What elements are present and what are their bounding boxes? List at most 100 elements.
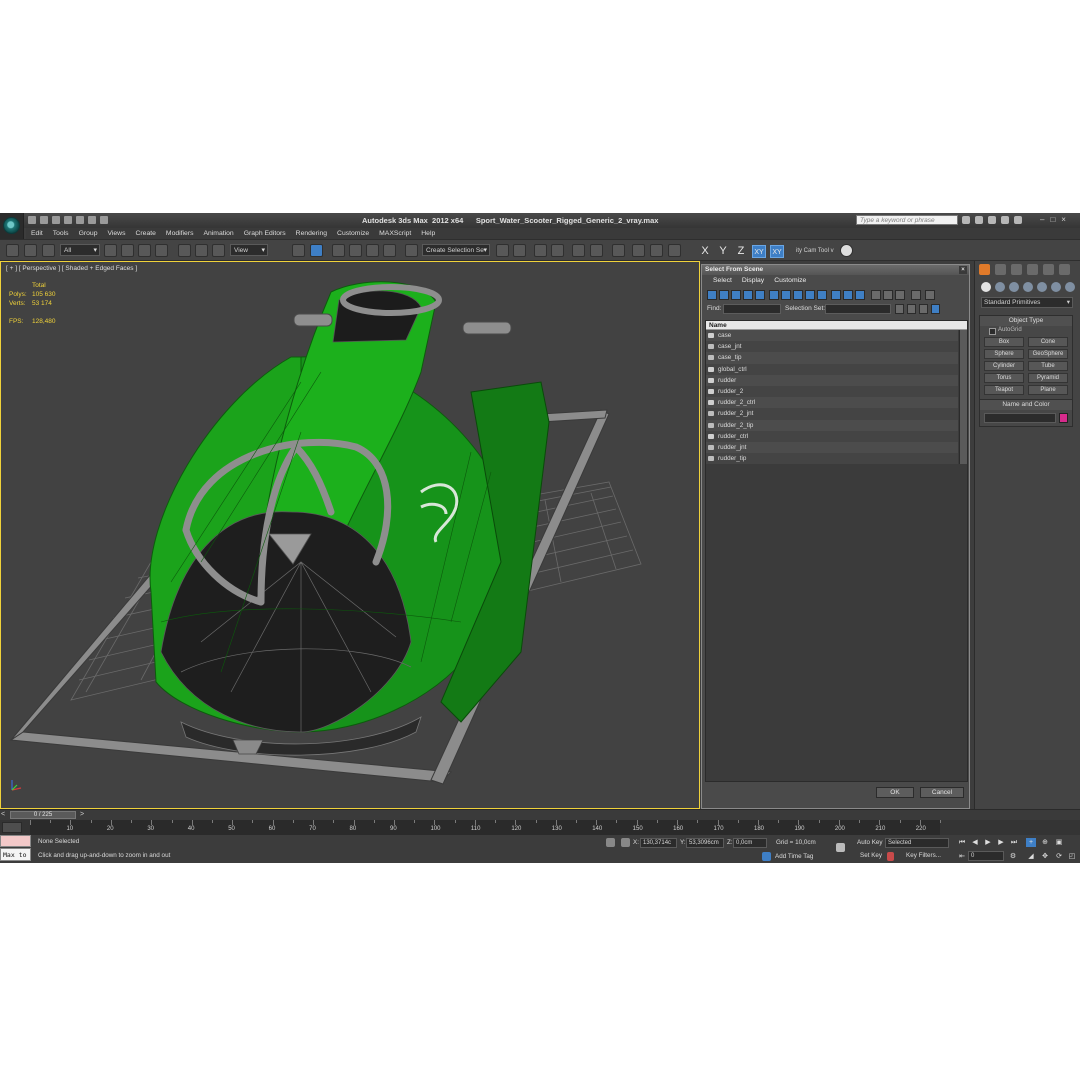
help-search-input[interactable]: Type a keyword or phrase	[856, 215, 958, 225]
key-filters-icon[interactable]	[887, 852, 894, 861]
window-crossing-icon[interactable]	[155, 244, 168, 257]
track-bar[interactable]: 10 20 30 40 50 60 70 80 90 100 110 120 130 140 150 160 1…	[0, 820, 1080, 835]
find-case-icon[interactable]	[919, 304, 928, 314]
dialog-menu-display[interactable]: Display	[737, 275, 769, 287]
time-slider-thumb[interactable]: 0 / 225	[10, 811, 76, 819]
select-by-name-icon[interactable]	[121, 244, 134, 257]
dialog-menu-customize[interactable]: Customize	[769, 275, 811, 287]
mirror-icon[interactable]	[496, 244, 509, 257]
filter-xrefs-icon[interactable]	[793, 290, 803, 300]
angle-snap-icon[interactable]	[349, 244, 362, 257]
filter-hidden-icon[interactable]	[843, 290, 853, 300]
new-file-icon[interactable]	[28, 216, 36, 224]
select-children-icon[interactable]	[907, 304, 916, 314]
key-mode-dropdown[interactable]: Selected	[885, 838, 949, 848]
utilities-tab-icon[interactable]	[1059, 264, 1070, 275]
dialog-title-bar[interactable]: Select From Scene ×	[702, 265, 969, 275]
frame-ruler[interactable]: 10 20 30 40 50 60 70 80 90 100 110 120 130 140 150 160 1…	[30, 820, 941, 835]
scene-object-row[interactable]: rudder	[706, 374, 958, 386]
auto-key-button[interactable]: Auto Key	[857, 839, 883, 846]
select-and-scale-icon[interactable]	[212, 244, 225, 257]
communication-icon[interactable]	[988, 216, 996, 224]
filter-options-icon[interactable]	[925, 290, 935, 300]
select-dependents-icon[interactable]	[895, 304, 904, 314]
scene-object-row[interactable]: case_tip	[706, 352, 958, 364]
favorites-star-icon[interactable]	[1001, 216, 1009, 224]
object-color-swatch[interactable]	[1059, 413, 1068, 423]
create-tab-icon[interactable]	[979, 264, 990, 275]
menu-rendering[interactable]: Rendering	[291, 228, 332, 239]
menu-views[interactable]: Views	[102, 228, 130, 239]
filter-frozen-icon[interactable]	[831, 290, 841, 300]
binoculars-icon[interactable]	[962, 216, 970, 224]
application-button[interactable]	[0, 213, 24, 239]
display-all-icon[interactable]	[871, 290, 881, 300]
box-button[interactable]: Box	[984, 337, 1024, 347]
dropdown-icon[interactable]	[100, 216, 108, 224]
dialog-close-icon[interactable]: ×	[959, 266, 967, 274]
helpers-category-icon[interactable]	[1037, 282, 1047, 292]
display-invert-icon[interactable]	[895, 290, 905, 300]
primitive-type-dropdown[interactable]: Standard Primitives	[981, 297, 1073, 308]
curve-editor-icon[interactable]	[572, 244, 585, 257]
scene-object-row[interactable]: rudder_tip	[706, 453, 958, 465]
select-and-link-icon[interactable]	[6, 244, 19, 257]
y-coordinate-field[interactable]: 53,3096cm	[686, 838, 724, 848]
pan-view-icon[interactable]: ✥	[1040, 852, 1050, 861]
list-scrollbar[interactable]	[959, 330, 967, 464]
select-and-manipulate-icon[interactable]	[310, 244, 323, 257]
tube-button[interactable]: Tube	[1028, 361, 1068, 371]
select-and-rotate-icon[interactable]	[195, 244, 208, 257]
spinner-snap-icon[interactable]	[383, 244, 396, 257]
play-icon[interactable]: ▶	[983, 838, 993, 847]
geosphere-button[interactable]: GeoSphere	[1028, 349, 1068, 359]
object-name-input[interactable]	[984, 413, 1056, 423]
field-of-view-icon[interactable]: ◢	[1026, 852, 1036, 861]
menu-edit[interactable]: Edit	[26, 228, 48, 239]
schematic-view-icon[interactable]	[590, 244, 603, 257]
close-icon[interactable]: ×	[1061, 215, 1066, 224]
cylinder-button[interactable]: Cylinder	[984, 361, 1024, 371]
object-type-title[interactable]: Object Type	[980, 316, 1072, 326]
axis-constraint-y[interactable]: Y	[716, 245, 730, 258]
skull-script-icon[interactable]	[840, 244, 853, 257]
add-time-tag-icon[interactable]	[762, 852, 771, 861]
help-icon[interactable]	[1014, 216, 1022, 224]
minimize-icon[interactable]: –	[1040, 215, 1044, 224]
plane-button[interactable]: Plane	[1028, 385, 1068, 395]
motion-tab-icon[interactable]	[1027, 264, 1038, 275]
zoom-all-icon[interactable]: ⊕	[1040, 838, 1050, 847]
sphere-button[interactable]: Sphere	[984, 349, 1024, 359]
previous-frame-icon[interactable]: ◀	[970, 838, 980, 847]
add-time-tag[interactable]: Add Time Tag	[775, 853, 813, 860]
lock-selection-icon[interactable]	[606, 838, 615, 847]
name-and-color-title[interactable]: Name and Color	[980, 400, 1072, 410]
bind-space-warp-icon[interactable]	[42, 244, 55, 257]
filter-cameras-icon[interactable]	[743, 290, 753, 300]
go-to-end-icon[interactable]: ⏭	[1009, 838, 1019, 847]
filter-bones-icon[interactable]	[805, 290, 815, 300]
scene-object-row[interactable]: case_jnt	[706, 341, 958, 353]
axis-constraint-xy[interactable]: XY	[752, 245, 766, 258]
axis-constraint-z[interactable]: Z	[734, 245, 748, 258]
maxscript-output[interactable]	[0, 835, 31, 847]
key-mode-toggle-icon[interactable]: ⇤	[957, 852, 967, 861]
menu-tools[interactable]: Tools	[48, 228, 74, 239]
find-input[interactable]	[723, 304, 781, 314]
menu-help[interactable]: Help	[416, 228, 440, 239]
menu-customize[interactable]: Customize	[332, 228, 374, 239]
render-setup-icon[interactable]	[632, 244, 645, 257]
filter-helpers-icon[interactable]	[755, 290, 765, 300]
filter-shapes-icon[interactable]	[719, 290, 729, 300]
filter-spacewarps-icon[interactable]	[769, 290, 779, 300]
cancel-button[interactable]: Cancel	[920, 787, 964, 798]
display-children-icon[interactable]	[931, 304, 940, 314]
open-file-icon[interactable]	[40, 216, 48, 224]
scene-object-row[interactable]: rudder_ctrl	[706, 430, 958, 442]
select-object-icon[interactable]	[104, 244, 117, 257]
shapes-category-icon[interactable]	[995, 282, 1005, 292]
cameras-category-icon[interactable]	[1023, 282, 1033, 292]
rendered-frame-window-icon[interactable]	[650, 244, 663, 257]
menu-animation[interactable]: Animation	[198, 228, 238, 239]
filter-lights-icon[interactable]	[731, 290, 741, 300]
